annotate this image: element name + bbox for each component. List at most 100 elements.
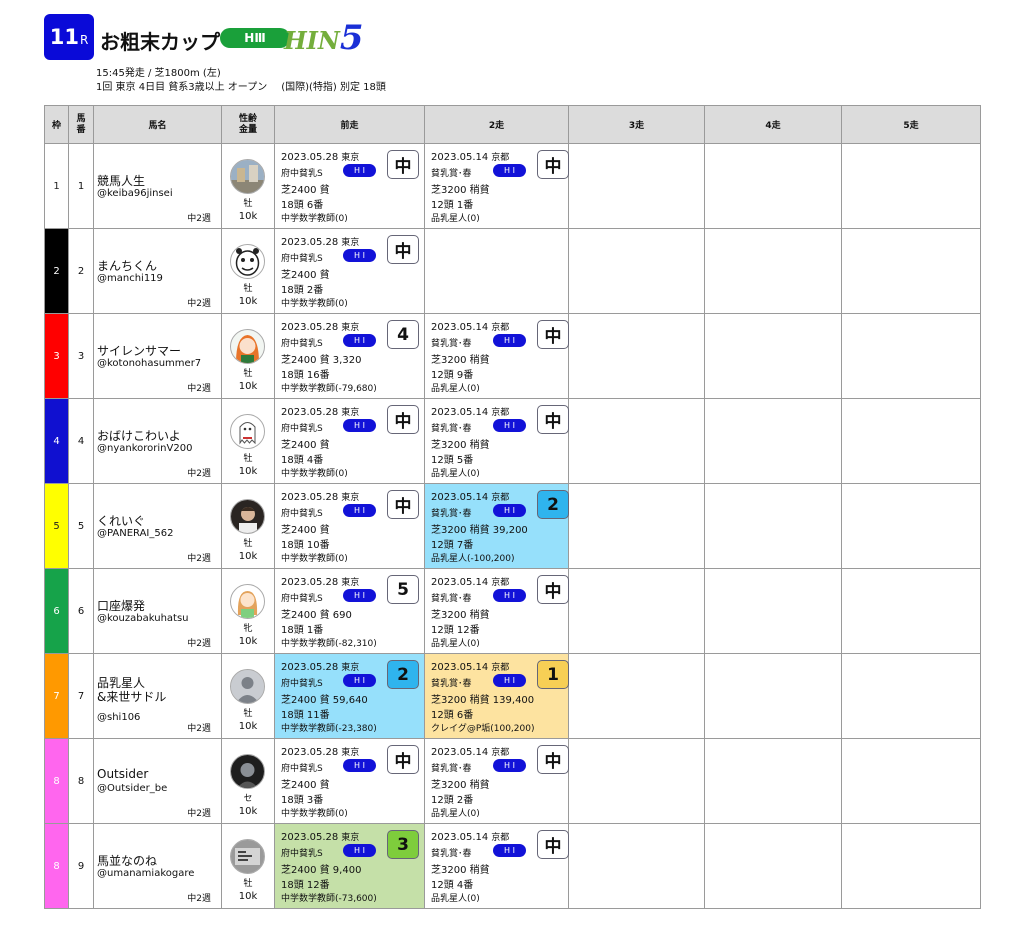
- anime-girl-icon[interactable]: [230, 329, 265, 364]
- run-condition: 芝2400 貧 9,400: [281, 865, 362, 876]
- past-run-empty: [841, 143, 981, 229]
- user-handle[interactable]: @shi106: [97, 712, 140, 723]
- horse-name[interactable]: まんちくん: [97, 257, 157, 274]
- user-handle[interactable]: @PANERAI_562: [97, 528, 173, 539]
- run-grade-badge: H I: [493, 504, 526, 517]
- avatar-cell: 牡 10k: [221, 313, 275, 399]
- horse-name-cell: サイレンサマー @kotonohasummer7 中2週: [93, 313, 222, 399]
- past-run-cell[interactable]: 2023.05.14 京都 貧乳賞･春 H I 芝3200 稍貧 12頭 1番 品乳星人(0…: [424, 143, 569, 229]
- past-run-cell[interactable]: 2023.05.28 東京 府中貧乳S H I 芝2400 貧 18頭 2番 中学数学教師(…: [274, 228, 425, 314]
- run-venue: 京都: [491, 663, 510, 673]
- user-handle[interactable]: @manchi119: [97, 273, 163, 284]
- past-run-cell[interactable]: 2023.05.14 京都 貧乳賞･春 H I 芝3200 稍貧 12頭 5番 品乳星人(0…: [424, 398, 569, 484]
- finish-position-badge: 中: [387, 235, 419, 264]
- waku-cell: 5: [44, 483, 69, 569]
- run-condition: 芝2400 貧 690: [281, 610, 352, 621]
- past-run-empty: [841, 823, 981, 909]
- run-grade-badge: H I: [493, 674, 526, 687]
- user-handle[interactable]: @umanamiakogare: [97, 868, 194, 879]
- run-bettor: 品乳星人(0): [431, 214, 480, 224]
- past-run-cell[interactable]: 2023.05.28 東京 府中貧乳S H I 芝2400 貧 690 18頭 1番 中学数…: [274, 568, 425, 654]
- table-row: 8 8 Outsider @Outsider_be 中2週 セ 10k 2023.05.28 東…: [44, 738, 981, 824]
- past-run-cell[interactable]: 2023.05.28 東京 府中貧乳S H I 芝2400 貧 18頭 10番 中学数学教師…: [274, 483, 425, 569]
- run-date: 2023.05.14 京都: [431, 490, 509, 503]
- col-uma-label: 馬番: [76, 113, 86, 135]
- run-race-name: 貧乳賞･春: [431, 594, 472, 604]
- user-handle[interactable]: @kotonohasummer7: [97, 358, 201, 369]
- rest-weeks: 中2週: [187, 639, 211, 649]
- user-handle[interactable]: @nyankororinV200: [97, 443, 192, 454]
- past-run-empty: [841, 483, 981, 569]
- rest-weeks: 中2週: [187, 894, 211, 904]
- user-handle[interactable]: @kouzabakuhatsu: [97, 613, 189, 624]
- uma-number: 7: [77, 690, 85, 702]
- past-run-cell[interactable]: 2023.05.28 東京 府中貧乳S H I 芝2400 貧 18頭 4番 中学数学教師(…: [274, 398, 425, 484]
- waku-number: 8: [53, 860, 60, 872]
- uma-cell: 7: [68, 653, 94, 739]
- waku-number: 1: [53, 180, 60, 192]
- street-photo-icon[interactable]: [230, 159, 265, 194]
- run-condition: 芝2400 貧 3,320: [281, 355, 362, 366]
- dark-portrait-icon[interactable]: [230, 754, 265, 789]
- past-run-empty: [568, 398, 705, 484]
- run-condition: 芝2400 貧: [281, 525, 330, 536]
- past-run-empty: [704, 228, 842, 314]
- horse-name[interactable]: おばけこわいよ: [97, 427, 181, 444]
- default-user-icon[interactable]: [230, 669, 265, 704]
- col-prev4: 4走: [704, 105, 842, 144]
- logo-text: HIN: [284, 26, 340, 55]
- past-run-cell[interactable]: 2023.05.28 東京 府中貧乳S H I 芝2400 貧 9,400 18頭 12番…: [274, 823, 425, 909]
- run-date: 2023.05.14 京都: [431, 150, 509, 163]
- user-handle[interactable]: @Outsider_be: [97, 783, 167, 794]
- horse-name[interactable]: サイレンサマー: [97, 342, 181, 359]
- past-run-cell[interactable]: 2023.05.14 京都 貧乳賞･春 H I 芝3200 稍貧 139,400 12頭 …: [424, 653, 569, 739]
- sex-age: 牡: [243, 539, 253, 549]
- table-row: 5 5 くれいぐ @PANERAI_562 中2週 牡 10k 2023.05.28 東京 府中貧…: [44, 483, 981, 569]
- run-date-text: 2023.05.14: [431, 662, 489, 673]
- race-meta-class: 1回 東京 4日目 貧系3歳以上 オープン: [96, 82, 268, 93]
- grey-photo-icon[interactable]: [230, 839, 265, 874]
- past-run-cell[interactable]: 2023.05.28 東京 府中貧乳S H I 芝2400 貧 59,640 18頭 11…: [274, 653, 425, 739]
- table-row: 8 9 馬並なのね @umanamiakogare 中2週 牡 10k 2023.05.28 東…: [44, 823, 981, 909]
- past-run-cell[interactable]: 2023.05.14 京都 貧乳賞･春 H I 芝3200 稍貧 39,200 12頭 7…: [424, 483, 569, 569]
- uma-cell: 2: [68, 228, 94, 314]
- past-run-cell[interactable]: 2023.05.14 京都 貧乳賞･春 H I 芝3200 稍貧 12頭 12番 品乳星人(…: [424, 568, 569, 654]
- finish-position-badge: 中: [387, 490, 419, 519]
- horse-name[interactable]: 競馬人生: [97, 172, 145, 189]
- man-portrait-icon[interactable]: [230, 499, 265, 534]
- table-body: 1 1 競馬人生 @keiba96jinsei 中2週牡 10k 2023.05.28 東京府…: [44, 143, 981, 909]
- horse-name[interactable]: Outsider: [97, 767, 148, 781]
- run-bettor: 品乳星人(0): [431, 809, 480, 819]
- run-bettor: 中学数学教師(0): [281, 469, 348, 479]
- past-run-cell[interactable]: 2023.05.14 京都 貧乳賞･春 H I 芝3200 稍貧 12頭 2番 品乳星人(0…: [424, 738, 569, 824]
- horse-name[interactable]: 口座爆発: [97, 597, 145, 614]
- run-grade-badge: H I: [343, 164, 376, 177]
- run-condition: 芝3200 稍貧: [431, 355, 490, 366]
- past-run-empty: [841, 653, 981, 739]
- rest-weeks: 中2週: [187, 469, 211, 479]
- run-date: 2023.05.14 京都: [431, 745, 509, 758]
- run-grade-badge: H I: [493, 164, 526, 177]
- past-run-cell[interactable]: 2023.05.28 東京 府中貧乳S H I 芝2400 貧 18頭 6番 中学数学教師(…: [274, 143, 425, 229]
- waku-number: 7: [53, 690, 60, 702]
- user-handle[interactable]: @keiba96jinsei: [97, 188, 173, 199]
- run-race-name: 府中貧乳S: [281, 424, 323, 434]
- run-condition: 芝2400 貧: [281, 780, 330, 791]
- ghost-icon[interactable]: [230, 414, 265, 449]
- horse-name[interactable]: 馬並なのね: [97, 852, 157, 869]
- past-run-cell[interactable]: 2023.05.14 京都 貧乳賞･春 H I 芝3200 稍貧 12頭 9番 品乳星人(0…: [424, 313, 569, 399]
- horse-name[interactable]: 品乳星人 &来世サドル: [97, 676, 166, 704]
- run-field-size: 18頭 4番: [281, 455, 324, 466]
- table-row: 4 4 おばけこわいよ @nyankororinV200 中2週 牡 10k 2023.05.…: [44, 398, 981, 484]
- past-run-cell[interactable]: 2023.05.28 東京 府中貧乳S H I 芝2400 貧 18頭 3番 中学数学教師(…: [274, 738, 425, 824]
- past-run-empty: [568, 568, 705, 654]
- past-run-cell[interactable]: 2023.05.14 京都 貧乳賞･春 H I 芝3200 稍貧 12頭 4番 品乳星人(0…: [424, 823, 569, 909]
- past-run-cell[interactable]: 2023.05.28 東京 府中貧乳S H I 芝2400 貧 3,320 18頭 16番…: [274, 313, 425, 399]
- prize-money: 10k: [238, 721, 258, 732]
- girl-illustration-icon[interactable]: [230, 584, 265, 619]
- cartoon-face-icon[interactable]: [230, 244, 265, 279]
- run-date: 2023.05.28 東京: [281, 830, 359, 843]
- horse-name[interactable]: くれいぐ: [97, 512, 145, 529]
- run-date-text: 2023.05.14: [431, 407, 489, 418]
- run-race-name: 府中貧乳S: [281, 254, 323, 264]
